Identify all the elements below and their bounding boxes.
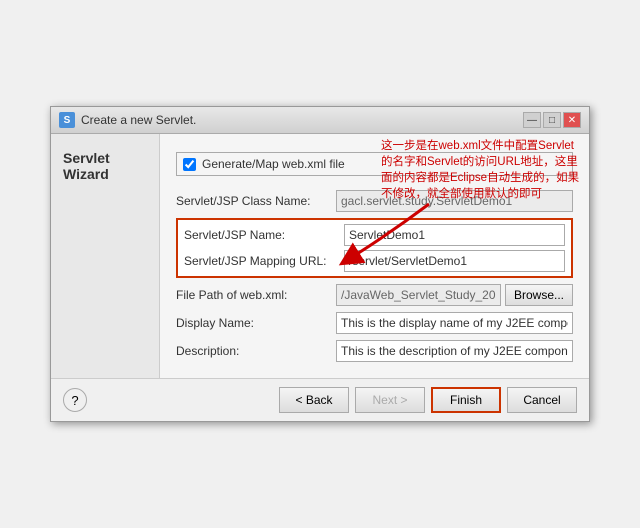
annotation-text: 这一步是在web.xml文件中配置Servlet的名字和Servlet的访问UR… bbox=[381, 138, 581, 202]
left-panel: Servlet Wizard bbox=[51, 134, 160, 378]
wizard-title: Servlet Wizard bbox=[63, 150, 147, 182]
display-name-row: Display Name: bbox=[176, 312, 573, 334]
help-button[interactable]: ? bbox=[63, 388, 87, 412]
generate-map-checkbox[interactable] bbox=[183, 158, 196, 171]
minimize-button[interactable]: — bbox=[523, 112, 541, 128]
close-button[interactable]: ✕ bbox=[563, 112, 581, 128]
form-section: Servlet/JSP Class Name: Servlet/JSP Name… bbox=[176, 190, 573, 362]
cancel-button[interactable]: Cancel bbox=[507, 387, 577, 413]
maximize-button[interactable]: □ bbox=[543, 112, 561, 128]
description-input[interactable] bbox=[336, 340, 573, 362]
footer-buttons: < Back Next > Finish Cancel bbox=[279, 387, 577, 413]
title-bar-left: S Create a new Servlet. bbox=[59, 112, 196, 128]
back-button[interactable]: < Back bbox=[279, 387, 349, 413]
highlighted-group: Servlet/JSP Name: Servlet/JSP Mapping UR… bbox=[176, 218, 573, 278]
servlet-icon: S bbox=[59, 112, 75, 128]
mapping-url-input[interactable] bbox=[344, 250, 565, 272]
dialog-body: Servlet Wizard 这一步是在web.xml文件中配置Servlet的… bbox=[51, 134, 589, 378]
finish-button[interactable]: Finish bbox=[431, 387, 501, 413]
dialog-footer: ? < Back Next > Finish Cancel bbox=[51, 378, 589, 421]
browse-button[interactable]: Browse... bbox=[505, 284, 573, 306]
class-name-label: Servlet/JSP Class Name: bbox=[176, 194, 336, 208]
dialog-window: S Create a new Servlet. — □ ✕ Servlet Wi… bbox=[50, 106, 590, 422]
next-button[interactable]: Next > bbox=[355, 387, 425, 413]
display-name-label: Display Name: bbox=[176, 316, 336, 330]
servlet-name-input[interactable] bbox=[344, 224, 565, 246]
dialog-title: Create a new Servlet. bbox=[81, 113, 196, 127]
servlet-name-row: Servlet/JSP Name: bbox=[184, 224, 565, 246]
mapping-url-row: Servlet/JSP Mapping URL: bbox=[184, 250, 565, 272]
description-label: Description: bbox=[176, 344, 336, 358]
file-path-input[interactable] bbox=[336, 284, 501, 306]
display-name-input[interactable] bbox=[336, 312, 573, 334]
description-row: Description: bbox=[176, 340, 573, 362]
title-controls: — □ ✕ bbox=[523, 112, 581, 128]
right-panel: 这一步是在web.xml文件中配置Servlet的名字和Servlet的访问UR… bbox=[160, 134, 589, 378]
title-bar: S Create a new Servlet. — □ ✕ bbox=[51, 107, 589, 134]
mapping-url-label: Servlet/JSP Mapping URL: bbox=[184, 254, 344, 268]
file-path-label: File Path of web.xml: bbox=[176, 288, 336, 302]
file-path-row: File Path of web.xml: Browse... bbox=[176, 284, 573, 306]
checkbox-label: Generate/Map web.xml file bbox=[202, 157, 345, 171]
servlet-name-label: Servlet/JSP Name: bbox=[184, 228, 344, 242]
